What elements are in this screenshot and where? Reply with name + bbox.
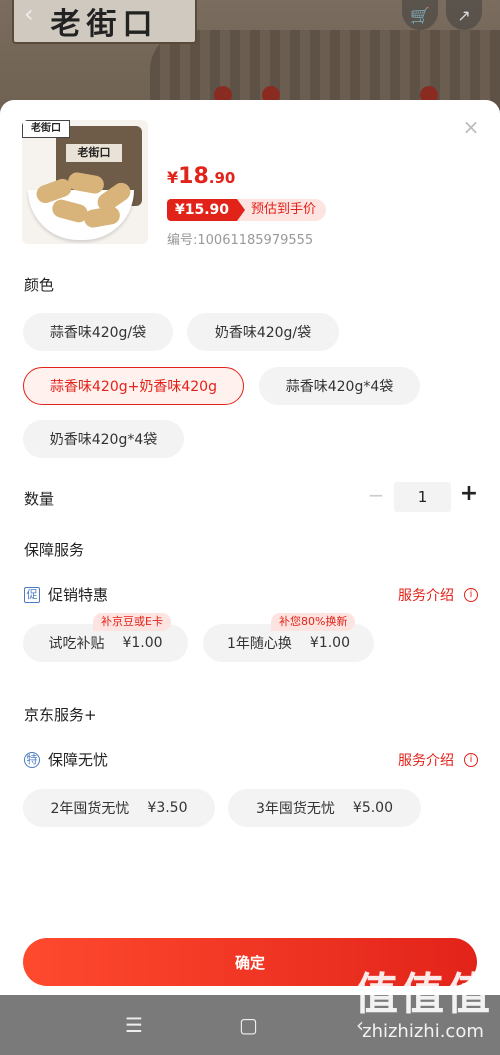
color-option[interactable]: 蒜香味420g/袋 (23, 313, 173, 351)
watermark-url: zhizhizhi.com (362, 1021, 484, 1042)
currency-symbol: ¥ (167, 168, 179, 187)
home-icon[interactable]: ▢ (239, 1013, 258, 1037)
service-intro-link[interactable]: 服务介绍 i (398, 585, 478, 605)
option-name: 试吃补贴 (48, 636, 105, 652)
jd-service-row: 特 保障无忧 (24, 749, 108, 770)
estimated-price-badge: ¥15.90 预估到手价 (167, 199, 327, 221)
option-price: ¥1.00 (309, 635, 350, 651)
info-icon: i (464, 588, 478, 602)
promo-icon: 促 (24, 586, 40, 603)
jd-service-section-title: 京东服务+ (24, 706, 97, 724)
cart-icon[interactable]: 🛒 (402, 0, 438, 30)
service-intro-label: 服务介绍 (398, 753, 454, 769)
chevron-left-icon[interactable]: ‹ (24, 0, 34, 28)
estimated-price: ¥15.90 (167, 199, 246, 221)
product-thumbnail: 老街口 老街口 (22, 120, 148, 244)
brand-logo: 老街口 (22, 120, 70, 138)
share-icon[interactable]: ↗ (446, 0, 482, 30)
guarantee-section-title: 保障服务 (24, 541, 85, 559)
option-tag: 补您80%换新 (271, 613, 356, 631)
option-name: 1年随心换 (226, 636, 292, 652)
price-integer: 18 (178, 164, 209, 189)
jd-service-option[interactable]: 2年囤货无忧 ¥3.50 (23, 789, 215, 827)
info-icon: i (464, 753, 478, 767)
product-page-background: 老街口 ‹ 🛒 ↗ (0, 0, 500, 110)
package-label: 老街口 (66, 144, 122, 162)
quantity-increase-button[interactable]: + (458, 481, 480, 506)
option-price: ¥1.00 (122, 635, 163, 651)
roof-image (150, 30, 500, 110)
color-section-title: 颜色 (24, 276, 55, 294)
color-option[interactable]: 奶香味420g*4袋 (23, 420, 184, 458)
option-tag: 补京豆或E卡 (93, 613, 171, 631)
close-icon[interactable]: × (462, 117, 480, 137)
menu-icon[interactable]: ☰ (125, 1013, 143, 1037)
estimated-price-label: 预估到手价 (237, 199, 327, 221)
promo-row: 促 促销特惠 (24, 584, 108, 605)
store-sign: 老街口 (12, 0, 197, 44)
special-icon: 特 (24, 751, 40, 768)
color-option-selected[interactable]: 蒜香味420g+奶香味420g (23, 367, 244, 405)
option-name: 3年囤货无忧 (255, 801, 335, 817)
sku-number: 编号:10061185979555 (167, 233, 314, 248)
option-name: 2年囤货无忧 (50, 801, 130, 817)
watermark: 值值值 zhizhizhi.com (354, 970, 492, 1044)
quantity-input[interactable]: 1 (394, 482, 451, 512)
color-option[interactable]: 奶香味420g/袋 (187, 313, 339, 351)
option-price: ¥3.50 (147, 800, 188, 816)
jd-service-label: 保障无忧 (48, 751, 109, 769)
color-option[interactable]: 蒜香味420g*4袋 (259, 367, 420, 405)
jd-service-option[interactable]: 3年囤货无忧 ¥5.00 (228, 789, 421, 827)
spec-selection-sheet: × 老街口 老街口 ¥18.90 ¥15.90 预估到手价 编号:1006118… (0, 100, 500, 995)
quantity-decrease-button[interactable]: − (366, 483, 386, 507)
price-decimal: .90 (208, 169, 236, 187)
watermark-logo: 值值值 (354, 969, 492, 1020)
service-intro-label: 服务介绍 (398, 588, 454, 604)
option-price: ¥5.00 (352, 800, 393, 816)
quantity-section-title: 数量 (24, 490, 55, 508)
promo-label: 促销特惠 (48, 586, 109, 604)
price: ¥18.90 (167, 164, 235, 189)
service-intro-link[interactable]: 服务介绍 i (398, 750, 478, 770)
